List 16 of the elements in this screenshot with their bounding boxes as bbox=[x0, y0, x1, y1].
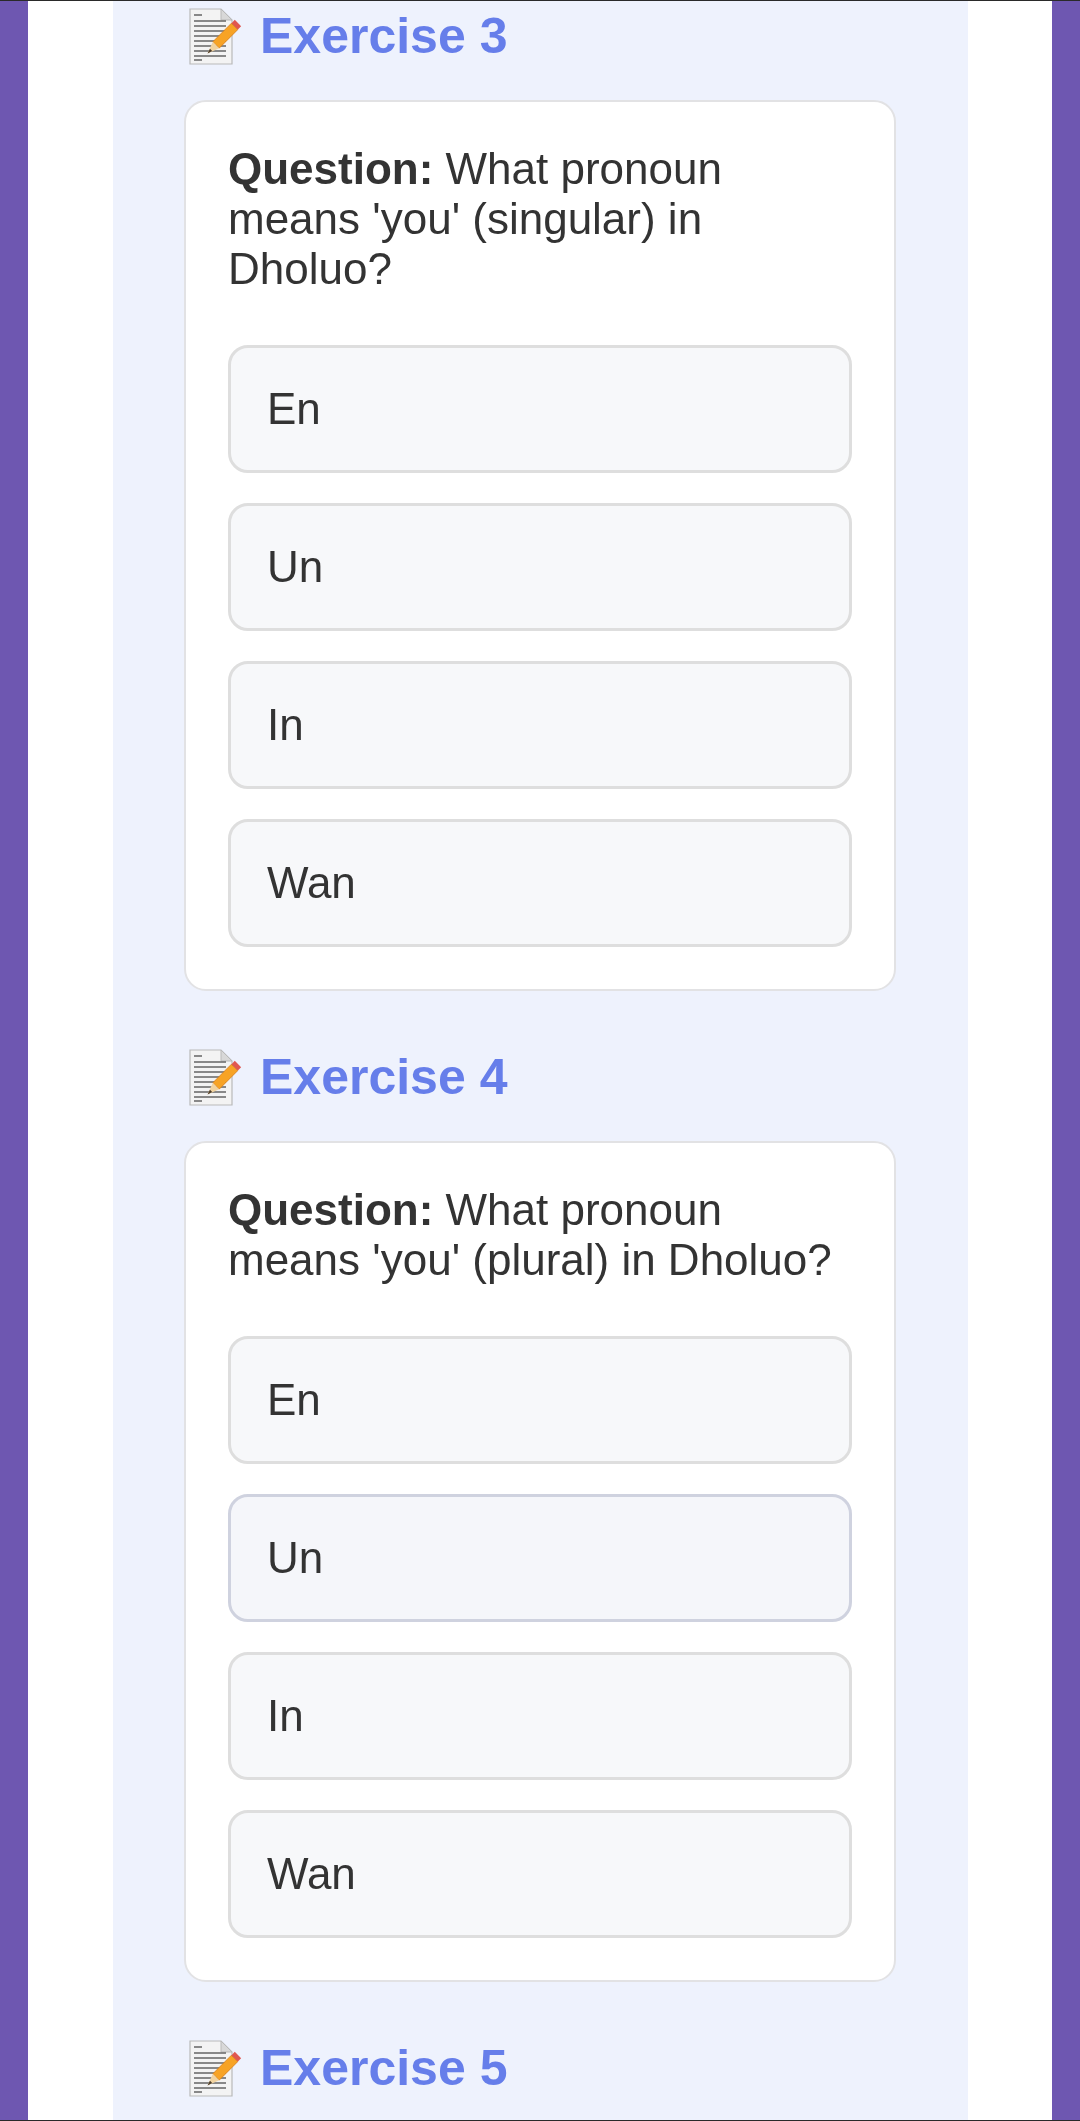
answer-option[interactable]: In bbox=[228, 661, 852, 789]
answer-option[interactable]: Un bbox=[228, 503, 852, 631]
memo-pencil-icon bbox=[188, 7, 242, 65]
answer-option[interactable]: Wan bbox=[228, 1810, 852, 1938]
memo-pencil-icon bbox=[188, 1048, 242, 1106]
answer-option[interactable]: Wan bbox=[228, 819, 852, 947]
answer-option[interactable]: Un bbox=[228, 1494, 852, 1622]
answer-option[interactable]: En bbox=[228, 1336, 852, 1464]
answer-option[interactable]: En bbox=[228, 345, 852, 473]
exercise-title: Exercise 4 bbox=[260, 1048, 508, 1106]
exercise-title: Exercise 5 bbox=[260, 2039, 508, 2097]
answer-option[interactable]: In bbox=[228, 1652, 852, 1780]
memo-pencil-icon bbox=[188, 2039, 242, 2097]
question-text: Question: What pronoun means 'you' (singular) in Dholuo? bbox=[228, 144, 723, 294]
exercise-title: Exercise 3 bbox=[260, 7, 508, 65]
question-text: Question: What pronoun means 'you' (plural) in Dholuo? bbox=[228, 1185, 833, 1285]
